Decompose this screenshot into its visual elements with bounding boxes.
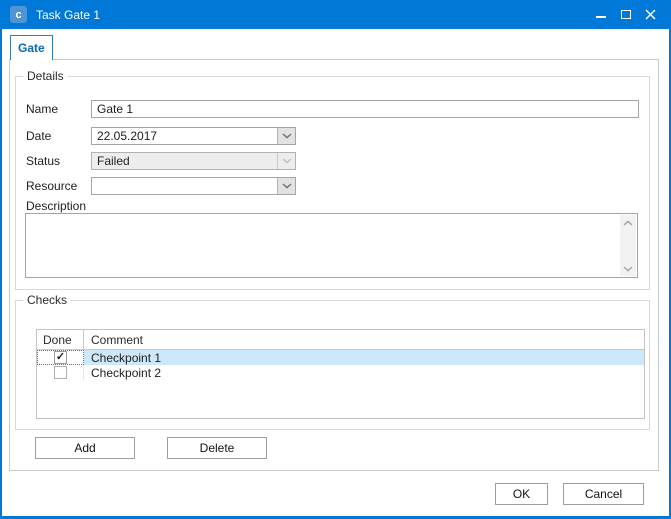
name-label: Name [26,100,58,118]
chevron-down-icon [282,133,292,139]
table-row-checkpoint-1[interactable]: ✓ Checkpoint 1 [37,350,644,365]
done-cell: ✓ [37,350,84,365]
checks-table: Done Comment ✓ Checkpoint 1 Checkpoint 2 [36,329,645,419]
window-title: Task Gate 1 [36,8,100,22]
date-label: Date [26,127,51,145]
table-row-checkpoint-2[interactable]: Checkpoint 2 [37,365,644,380]
minimize-icon [596,16,606,18]
date-dropdown-button[interactable] [277,128,295,144]
comment-cell: Checkpoint 1 [84,350,644,365]
close-button[interactable] [638,0,663,29]
status-label: Status [26,152,60,170]
scroll-down-button[interactable] [620,261,636,276]
chevron-down-icon [282,183,292,189]
app-icon: c [10,6,27,23]
details-groupbox: Details Name Gate 1 Date 22.05.2017 Stat… [15,76,650,290]
checkbox-unchecked[interactable] [54,366,67,379]
add-button[interactable]: Add [35,437,135,459]
checkbox-checked[interactable]: ✓ [54,351,67,364]
comment-cell: Checkpoint 2 [84,365,644,380]
close-icon [645,9,656,20]
column-header-done: Done [37,330,84,349]
description-scrollbar[interactable] [620,215,636,276]
maximize-icon [621,10,631,19]
resource-combobox[interactable] [91,177,296,195]
name-input[interactable]: Gate 1 [91,100,639,118]
dialog-window: c Task Gate 1 Gate Details Name Gate 1 D… [0,0,671,519]
checks-groupbox: Checks Done Comment ✓ Checkpoint 1 Check… [15,300,650,430]
scroll-up-button[interactable] [620,215,636,230]
title-bar: c Task Gate 1 [0,0,671,29]
done-cell [37,365,84,380]
maximize-button[interactable] [613,0,638,29]
cancel-button[interactable]: Cancel [563,483,644,505]
delete-button[interactable]: Delete [167,437,267,459]
date-value: 22.05.2017 [97,128,157,144]
resource-label: Resource [26,177,77,195]
status-value: Failed [97,153,130,169]
resource-dropdown-button[interactable] [277,178,295,194]
checks-legend: Checks [23,293,71,308]
description-textarea[interactable] [25,213,638,278]
chevron-down-icon [623,266,633,272]
window-controls [588,0,663,29]
date-combobox[interactable]: 22.05.2017 [91,127,296,145]
check-icon: ✓ [56,352,65,363]
chevron-down-icon [282,158,292,164]
ok-button[interactable]: OK [495,483,548,505]
details-legend: Details [23,69,68,84]
column-header-comment: Comment [84,330,644,349]
status-dropdown-button [277,153,295,169]
chevron-up-icon [623,220,633,226]
tab-gate[interactable]: Gate [10,35,53,60]
status-combobox-disabled: Failed [91,152,296,170]
checks-table-header: Done Comment [37,330,644,350]
minimize-button[interactable] [588,0,613,29]
